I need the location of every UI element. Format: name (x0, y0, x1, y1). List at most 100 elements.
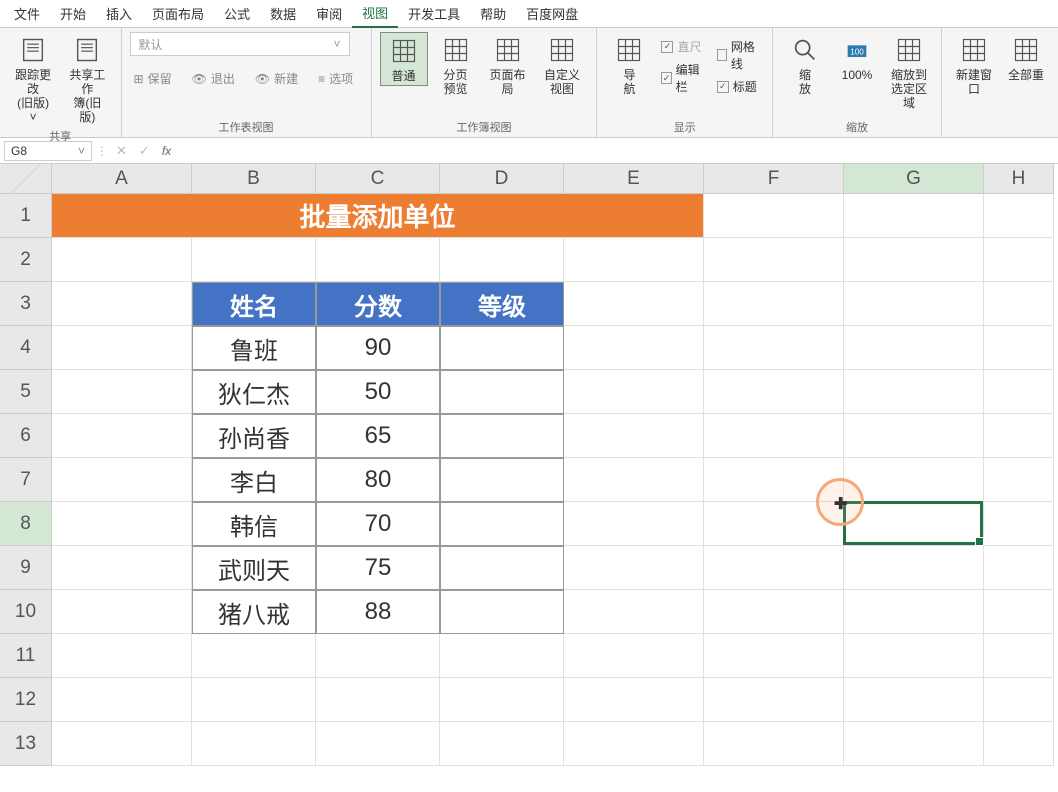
ribbon-btn[interactable]: 100100% (833, 32, 881, 84)
cell-A4[interactable] (52, 326, 192, 370)
cell-D11[interactable] (440, 634, 564, 678)
cell-H12[interactable] (984, 678, 1054, 722)
formula-input[interactable] (179, 141, 1054, 161)
cell-B9[interactable]: 武则天 (192, 546, 316, 590)
menu-数据[interactable]: 数据 (260, 0, 306, 27)
cell-B6[interactable]: 孙尚香 (192, 414, 316, 458)
cell-H7[interactable] (984, 458, 1054, 502)
colhead-H[interactable]: H (984, 164, 1054, 194)
cell-G13[interactable] (844, 722, 984, 766)
menu-视图[interactable]: 视图 (352, 0, 398, 28)
cell-G2[interactable] (844, 238, 984, 282)
cell-F1[interactable] (704, 194, 844, 238)
cell-C12[interactable] (316, 678, 440, 722)
rowhead-13[interactable]: 13 (0, 722, 52, 766)
menu-插入[interactable]: 插入 (96, 0, 142, 27)
cell-E10[interactable] (564, 590, 704, 634)
cell-F6[interactable] (704, 414, 844, 458)
cell-D3[interactable]: 等级 (440, 282, 564, 326)
cell-E11[interactable] (564, 634, 704, 678)
cell-B5[interactable]: 狄仁杰 (192, 370, 316, 414)
ribbon-btn[interactable]: 缩放到选定区域 (885, 32, 933, 112)
cell-A6[interactable] (52, 414, 192, 458)
check-编辑栏[interactable]: ✓编辑栏 (657, 59, 708, 97)
cell-E2[interactable] (564, 238, 704, 282)
cell-E8[interactable] (564, 502, 704, 546)
rowhead-6[interactable]: 6 (0, 414, 52, 458)
cell-F12[interactable] (704, 678, 844, 722)
cell-F10[interactable] (704, 590, 844, 634)
cell-B7[interactable]: 李白 (192, 458, 316, 502)
cell-A3[interactable] (52, 282, 192, 326)
cell-G10[interactable] (844, 590, 984, 634)
cell-H13[interactable] (984, 722, 1054, 766)
fx-icon[interactable]: fx (158, 144, 175, 158)
sheetview-保留[interactable]: ⊞保留 (130, 68, 176, 89)
cell-D9[interactable] (440, 546, 564, 590)
cell-C8[interactable]: 70 (316, 502, 440, 546)
check-网格线[interactable]: 网格线 (713, 36, 764, 74)
ribbon-btn[interactable]: 页面布局 (484, 32, 532, 98)
sheetview-退出[interactable]: 👁退出 (188, 68, 239, 89)
cell-C9[interactable]: 75 (316, 546, 440, 590)
cell-C3[interactable]: 分数 (316, 282, 440, 326)
cell-B3[interactable]: 姓名 (192, 282, 316, 326)
cell-F7[interactable] (704, 458, 844, 502)
cell-B13[interactable] (192, 722, 316, 766)
cell-C5[interactable]: 50 (316, 370, 440, 414)
cell-A10[interactable] (52, 590, 192, 634)
name-box[interactable]: G8˅ (4, 141, 92, 161)
cell-H3[interactable] (984, 282, 1054, 326)
cell-G3[interactable] (844, 282, 984, 326)
rowhead-7[interactable]: 7 (0, 458, 52, 502)
cell-E4[interactable] (564, 326, 704, 370)
menu-页面布局[interactable]: 页面布局 (142, 0, 214, 27)
rowhead-8[interactable]: 8 (0, 502, 52, 546)
colhead-G[interactable]: G (844, 164, 984, 194)
cell-G7[interactable] (844, 458, 984, 502)
sheetview-dropdown[interactable]: 默认˅ (130, 32, 350, 56)
ribbon-btn[interactable]: 自定义视图 (536, 32, 589, 98)
cell-A13[interactable] (52, 722, 192, 766)
cell-A2[interactable] (52, 238, 192, 282)
cell-C13[interactable] (316, 722, 440, 766)
ribbon-btn[interactable]: 缩放 (781, 32, 829, 98)
rowhead-4[interactable]: 4 (0, 326, 52, 370)
cell-E7[interactable] (564, 458, 704, 502)
menu-文件[interactable]: 文件 (4, 0, 50, 27)
cell-D10[interactable] (440, 590, 564, 634)
colhead-D[interactable]: D (440, 164, 564, 194)
cell-F8[interactable] (704, 502, 844, 546)
ribbon-btn[interactable]: 普通 (380, 32, 428, 86)
menu-帮助[interactable]: 帮助 (470, 0, 516, 27)
cell-A12[interactable] (52, 678, 192, 722)
cell-E9[interactable] (564, 546, 704, 590)
cell-C11[interactable] (316, 634, 440, 678)
cell-C7[interactable]: 80 (316, 458, 440, 502)
rowhead-1[interactable]: 1 (0, 194, 52, 238)
cell-E5[interactable] (564, 370, 704, 414)
cell-F3[interactable] (704, 282, 844, 326)
menu-审阅[interactable]: 审阅 (306, 0, 352, 27)
colhead-A[interactable]: A (52, 164, 192, 194)
cell-A9[interactable] (52, 546, 192, 590)
ribbon-btn[interactable]: 全部重 (1002, 32, 1050, 84)
rowhead-3[interactable]: 3 (0, 282, 52, 326)
cell-C4[interactable]: 90 (316, 326, 440, 370)
rowhead-5[interactable]: 5 (0, 370, 52, 414)
check-标题[interactable]: ✓标题 (713, 76, 764, 97)
rowhead-10[interactable]: 10 (0, 590, 52, 634)
cell-A1[interactable]: 批量添加单位 (52, 194, 704, 238)
cell-D6[interactable] (440, 414, 564, 458)
cell-F4[interactable] (704, 326, 844, 370)
colhead-C[interactable]: C (316, 164, 440, 194)
cell-B12[interactable] (192, 678, 316, 722)
cell-B11[interactable] (192, 634, 316, 678)
cell-G5[interactable] (844, 370, 984, 414)
cell-C6[interactable]: 65 (316, 414, 440, 458)
cell-H8[interactable] (984, 502, 1054, 546)
colhead-E[interactable]: E (564, 164, 704, 194)
cell-H4[interactable] (984, 326, 1054, 370)
fx-confirm-icon[interactable]: ✓ (135, 143, 154, 159)
cell-F13[interactable] (704, 722, 844, 766)
